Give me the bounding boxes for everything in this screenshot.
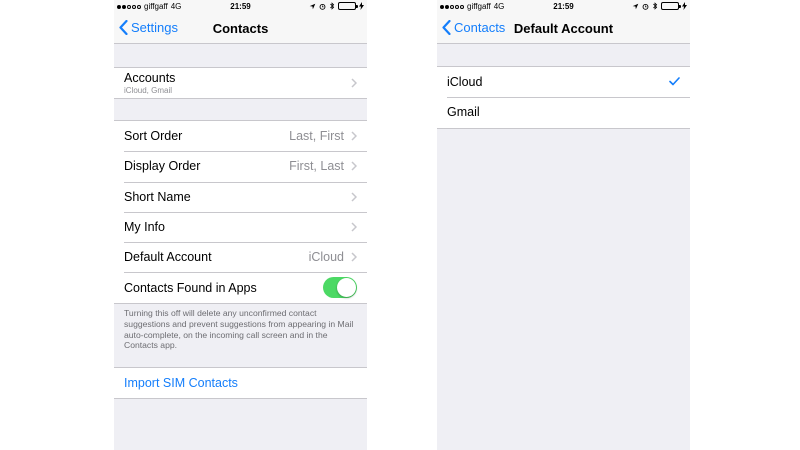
- accounts-row[interactable]: Accounts iCloud, Gmail: [114, 68, 367, 98]
- back-button[interactable]: Contacts: [442, 20, 505, 35]
- chevron-left-icon: [442, 20, 451, 35]
- row-value: Last, First: [289, 129, 344, 144]
- battery-icon: [661, 2, 681, 10]
- alarm-icon: [642, 3, 649, 10]
- charging-bolt-icon: [682, 2, 687, 10]
- chevron-right-icon: [351, 252, 357, 262]
- row-value: iCloud: [308, 250, 344, 265]
- chevron-right-icon: [351, 192, 357, 202]
- my-info-row[interactable]: My Info: [114, 211, 367, 242]
- settings-group: Sort Order Last, First Display Order Fir…: [114, 120, 367, 304]
- account-options-group: iCloud Gmail: [437, 66, 690, 129]
- import-sim-contacts-label: Import SIM Contacts: [124, 376, 238, 391]
- status-bar: giffgaff 4G 21:59: [114, 0, 367, 14]
- import-group: Import SIM Contacts: [114, 367, 367, 400]
- row-label: Display Order: [124, 159, 201, 174]
- charging-bolt-icon: [359, 2, 364, 10]
- row-label: Sort Order: [124, 129, 183, 144]
- row-label: My Info: [124, 220, 165, 235]
- option-label: iCloud: [447, 75, 483, 90]
- accounts-label: Accounts: [124, 71, 176, 85]
- chevron-right-icon: [351, 78, 357, 88]
- chevron-left-icon: [119, 20, 128, 35]
- row-value: First, Last: [289, 159, 344, 174]
- navigation-bar: Contacts Default Account: [437, 14, 690, 44]
- chevron-right-icon: [351, 131, 357, 141]
- battery-icon: [338, 2, 358, 10]
- toggle-knob: [337, 278, 356, 298]
- account-option-icloud[interactable]: iCloud: [437, 67, 690, 97]
- row-label: Contacts Found in Apps: [124, 280, 257, 295]
- import-sim-contacts-button[interactable]: Import SIM Contacts: [114, 368, 367, 398]
- accounts-group: Accounts iCloud, Gmail: [114, 67, 367, 99]
- location-arrow-icon: [632, 3, 639, 9]
- sort-order-row[interactable]: Sort Order Last, First: [114, 121, 367, 151]
- default-account-row[interactable]: Default Account iCloud: [114, 242, 367, 272]
- back-button[interactable]: Settings: [119, 20, 178, 35]
- row-label: Default Account: [124, 250, 212, 265]
- row-label: Short Name: [124, 189, 191, 204]
- back-button-label: Contacts: [454, 20, 506, 35]
- contacts-found-in-apps-row: Contacts Found in Apps: [114, 272, 367, 302]
- checkmark-icon: [669, 77, 680, 86]
- bluetooth-icon: [330, 2, 335, 10]
- chevron-right-icon: [351, 222, 357, 232]
- short-name-row[interactable]: Short Name: [114, 181, 367, 212]
- back-button-label: Settings: [131, 20, 178, 35]
- chevron-right-icon: [351, 161, 357, 171]
- display-order-row[interactable]: Display Order First, Last: [114, 151, 367, 181]
- alarm-icon: [319, 3, 326, 10]
- bluetooth-icon: [653, 2, 658, 10]
- contacts-screen: giffgaff 4G 21:59 Settings Contacts Acco…: [114, 0, 367, 450]
- location-arrow-icon: [309, 3, 316, 9]
- account-option-gmail[interactable]: Gmail: [437, 97, 690, 127]
- default-account-screen: giffgaff 4G 21:59 Contacts Default Accou…: [437, 0, 690, 450]
- contacts-found-in-apps-toggle[interactable]: [323, 277, 357, 299]
- contacts-found-footnote: Turning this off will delete any unconfi…: [124, 308, 354, 351]
- navigation-bar: Settings Contacts: [114, 14, 367, 44]
- option-label: Gmail: [447, 105, 480, 120]
- status-bar: giffgaff 4G 21:59: [437, 0, 690, 14]
- accounts-subtitle: iCloud, Gmail: [124, 86, 173, 95]
